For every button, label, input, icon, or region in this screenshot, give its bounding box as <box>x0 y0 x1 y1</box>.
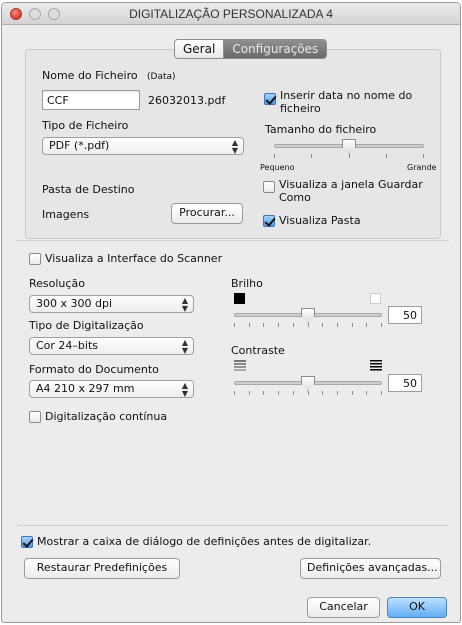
slider-knob[interactable] <box>301 376 315 391</box>
show-settings-dialog-label: Mostrar a caixa de diálogo de definições… <box>37 535 372 548</box>
updown-arrows-icon: ▲ ▼ <box>181 296 188 313</box>
show-save-as-label: Visualiza a janela Guardar Como <box>279 178 423 204</box>
slider-tick <box>293 391 294 395</box>
file-type-select[interactable]: PDF (*.pdf) ▲ ▼ <box>42 137 244 155</box>
file-type-value: PDF (*.pdf) <box>49 139 110 152</box>
file-size-min-label: Pequeno <box>260 163 295 172</box>
document-format-value: A4 210 x 297 mm <box>36 382 135 395</box>
slider-tick <box>308 391 309 395</box>
slider-tick <box>278 323 279 327</box>
slider-tick <box>249 323 250 327</box>
continuous-scan-label: Digitalização contínua <box>45 410 168 423</box>
slider-tick <box>249 391 250 395</box>
slider-tick <box>381 323 382 327</box>
tab-bar: Geral Configurações <box>174 39 328 59</box>
slider-tick <box>278 391 279 395</box>
slider-tick <box>263 323 264 327</box>
brightness-slider[interactable] <box>234 308 382 329</box>
show-scanner-interface-checkbox[interactable] <box>29 253 41 265</box>
tab-configuracoes[interactable]: Configurações <box>224 40 327 58</box>
destination-folder-value: Imagens <box>42 208 90 221</box>
file-size-max-label: Grande <box>407 163 437 172</box>
slider-tick <box>366 391 367 395</box>
slider-tick <box>352 323 353 327</box>
high-contrast-icon <box>370 360 382 371</box>
slider-tick <box>274 154 275 158</box>
ok-button[interactable]: OK <box>387 597 447 618</box>
show-settings-dialog-checkbox[interactable] <box>21 536 33 548</box>
low-contrast-icon <box>234 360 246 371</box>
updown-arrows-icon: ▲ ▼ <box>181 338 188 355</box>
brightness-value-field[interactable]: 50 <box>388 306 422 324</box>
contrast-label: Contraste <box>231 344 285 357</box>
slider-tick <box>352 391 353 395</box>
scan-type-value: Cor 24–bits <box>36 339 99 352</box>
file-name-label: Nome do Ficheiro <box>42 69 138 82</box>
slider-tick <box>366 323 367 327</box>
file-name-field[interactable]: CCF <box>42 90 140 110</box>
brightness-label: Brilho <box>231 277 263 290</box>
dark-swatch-icon <box>234 293 245 304</box>
show-folder-checkbox[interactable] <box>263 215 275 227</box>
title-bar: DIGITALIZAÇÃO PERSONALIZADA 4 <box>2 3 460 25</box>
restore-defaults-button[interactable]: Restaurar Predefinições <box>24 558 180 579</box>
browse-button[interactable]: Procurar... <box>171 203 243 224</box>
destination-folder-label: Pasta de Destino <box>42 183 135 196</box>
slider-ticks <box>274 154 424 159</box>
slider-tick <box>234 391 235 395</box>
window-title: DIGITALIZAÇÃO PERSONALIZADA 4 <box>129 7 333 21</box>
slider-tick <box>349 154 350 158</box>
slider-tick <box>234 323 235 327</box>
advanced-settings-button[interactable]: Definições avançadas... <box>300 558 441 579</box>
insert-date-checkbox[interactable] <box>264 93 276 105</box>
slider-tick <box>337 391 338 395</box>
scan-type-label: Tipo de Digitalização <box>29 319 144 332</box>
updown-arrows-icon: ▲ ▼ <box>181 381 188 398</box>
slider-tick <box>322 323 323 327</box>
show-folder-label: Visualiza Pasta <box>279 214 361 227</box>
section-divider <box>17 240 449 241</box>
tab-geral[interactable]: Geral <box>175 40 225 58</box>
slider-tick <box>322 391 323 395</box>
slider-tick <box>423 154 424 158</box>
slider-tick <box>293 323 294 327</box>
slider-ticks <box>234 391 382 396</box>
file-size-slider[interactable] <box>274 139 424 160</box>
cancel-button[interactable]: Cancelar <box>307 597 380 618</box>
resolution-value: 300 x 300 dpi <box>36 297 113 310</box>
insert-date-label: Inserir data no nome do ficheiro <box>280 89 413 115</box>
slider-knob[interactable] <box>301 308 315 323</box>
file-name-suffix: 26032013.pdf <box>148 94 226 107</box>
slider-ticks <box>234 323 382 328</box>
slider-knob[interactable] <box>342 139 356 154</box>
slider-tick <box>386 154 387 158</box>
file-size-label: Tamanho do ficheiro <box>265 123 377 136</box>
file-type-label: Tipo de Ficheiro <box>42 119 129 132</box>
slider-tick <box>308 323 309 327</box>
slider-tick <box>381 391 382 395</box>
document-format-select[interactable]: A4 210 x 297 mm ▲ ▼ <box>29 380 194 398</box>
show-save-as-checkbox[interactable] <box>263 181 275 193</box>
resolution-select[interactable]: 300 x 300 dpi ▲ ▼ <box>29 295 194 313</box>
document-format-label: Formato do Documento <box>29 363 159 376</box>
date-hint-label: (Data) <box>147 72 176 82</box>
slider-tick <box>263 391 264 395</box>
light-swatch-icon <box>370 293 381 304</box>
dialog-window: DIGITALIZAÇÃO PERSONALIZADA 4 Geral Conf… <box>1 2 461 623</box>
show-scanner-interface-label: Visualiza a Interface do Scanner <box>45 252 223 265</box>
contrast-value-field[interactable]: 50 <box>388 374 422 392</box>
updown-arrows-icon: ▲ ▼ <box>231 138 238 155</box>
resolution-label: Resolução <box>29 277 85 290</box>
scan-type-select[interactable]: Cor 24–bits ▲ ▼ <box>29 337 194 355</box>
slider-tick <box>337 323 338 327</box>
section-divider <box>17 525 449 526</box>
continuous-scan-checkbox[interactable] <box>29 411 41 423</box>
slider-tick <box>311 154 312 158</box>
contrast-slider[interactable] <box>234 376 382 397</box>
